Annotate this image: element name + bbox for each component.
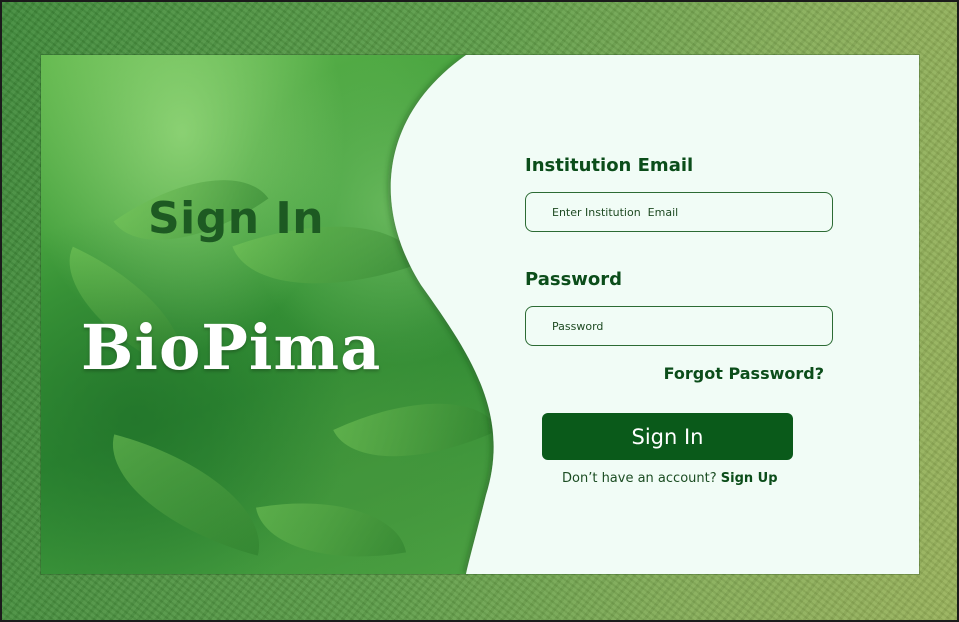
- forgot-password-link[interactable]: Forgot Password?: [664, 364, 824, 383]
- password-label: Password: [525, 269, 623, 290]
- signup-prompt: Don’t have an account?: [562, 471, 717, 486]
- hero-heading: Sign In: [147, 193, 325, 244]
- email-input[interactable]: [525, 192, 833, 232]
- sign-in-button[interactable]: Sign In: [542, 413, 793, 460]
- signin-card: Sign In BioPima Institution Email Passwo…: [41, 55, 919, 574]
- sign-up-link[interactable]: Sign Up: [721, 471, 778, 486]
- password-input[interactable]: [525, 306, 833, 346]
- brand-logo-text: BioPima: [81, 311, 382, 384]
- signup-row: Don’t have an account? Sign Up: [562, 471, 778, 486]
- background-frame: Sign In BioPima Institution Email Passwo…: [2, 2, 957, 620]
- email-label: Institution Email: [525, 155, 694, 176]
